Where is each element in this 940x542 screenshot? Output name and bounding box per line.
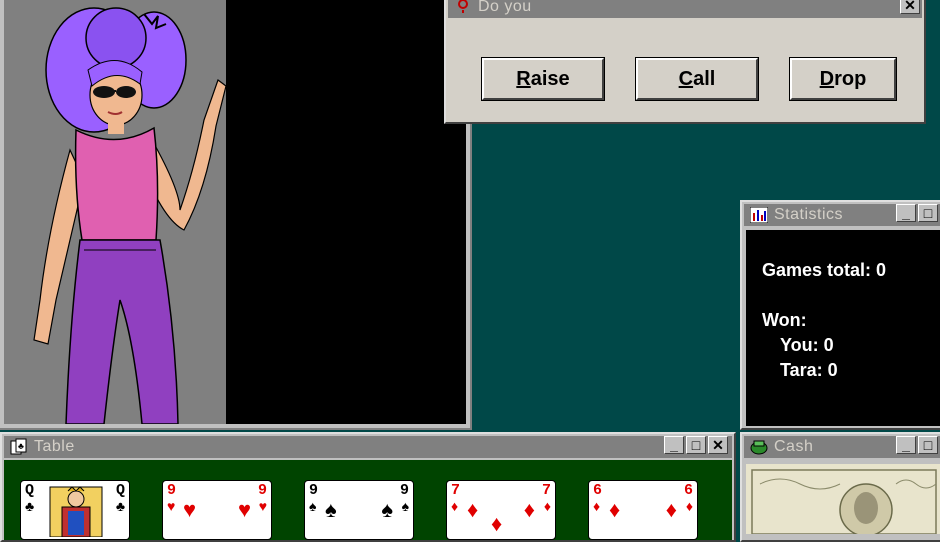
hair-bun (85, 7, 147, 69)
card-pip: ♠ (381, 497, 393, 522)
svg-text:♣: ♣ (18, 441, 24, 451)
cash-window: Cash _ □ (740, 432, 940, 542)
card-rank-right: 9 (257, 482, 267, 499)
card-suit-left: ♠ (309, 498, 317, 514)
statistics-title: Statistics (774, 206, 844, 223)
table-minimize-button[interactable]: _ (664, 436, 684, 454)
maximize-icon: □ (923, 437, 933, 453)
drop-label: rop (834, 67, 867, 90)
banknote-image (746, 464, 940, 534)
minimize-icon: _ (670, 437, 678, 453)
card-rank-left: 6 (593, 482, 603, 499)
call-label: all (693, 67, 716, 90)
minimize-icon: _ (902, 437, 910, 453)
queen-face-art (49, 486, 103, 537)
portrait-black-area (226, 0, 466, 424)
drop-mnemonic: D (819, 67, 835, 90)
card-suit-left: ♦ (451, 498, 459, 514)
raise-button[interactable]: Raise (481, 57, 605, 101)
card-rank-right: 7 (541, 482, 551, 499)
won-label: Won: (762, 310, 807, 330)
statistics-maximize-button[interactable]: □ (918, 204, 938, 222)
minimize-icon: _ (902, 205, 910, 221)
dialog-titlebar: Do you (448, 0, 922, 18)
cash-title: Cash (774, 438, 814, 455)
card-rank-left: 9 (309, 482, 319, 499)
playing-card[interactable]: 9 ♥ 9 ♥ ♥ ♥ (162, 480, 272, 540)
card-pip: ♠ (325, 497, 337, 522)
cash-maximize-button[interactable]: □ (918, 436, 938, 454)
card-suit-right: ♦ (543, 498, 551, 514)
won-tara-text: Tara: 0 (780, 360, 838, 380)
close-icon: ✕ (712, 437, 724, 453)
bar-chart-icon (750, 206, 768, 224)
statistics-minimize-button[interactable]: _ (896, 204, 916, 222)
sunglasses (93, 86, 115, 98)
card-rank-left: Q (25, 482, 35, 499)
maximize-icon: □ (691, 437, 701, 453)
statistics-body: Games total: 0 Won: You: 0 Tara: 0 (746, 230, 940, 426)
card-rank-left: 9 (167, 482, 177, 499)
card-rank-right: 6 (683, 482, 693, 499)
statistics-window: Statistics _ □ Games total: 0 Won: You: … (740, 200, 940, 430)
playing-card[interactable]: Q ♣ Q ♣ (20, 480, 130, 540)
help-icon (454, 0, 472, 16)
card-pip: ♦ (523, 497, 535, 522)
portrait-panel (0, 0, 472, 430)
card-pip: ♥ (183, 497, 197, 522)
card-pip: ♥ (237, 497, 251, 522)
card-pip: ♦ (665, 497, 677, 522)
card-rank-right: 9 (399, 482, 409, 499)
won-you-text: You: 0 (780, 335, 834, 355)
card-suit-right: ♣ (115, 498, 125, 514)
opponent-tara-illustration (33, 7, 226, 424)
dialog-close-button[interactable]: ✕ (900, 0, 920, 14)
close-icon: ✕ (904, 0, 916, 13)
call-button[interactable]: Call (635, 57, 759, 101)
raise-label: aise (530, 67, 570, 90)
call-mnemonic: C (678, 67, 694, 90)
table-close-button[interactable]: ✕ (708, 436, 728, 454)
pink-top (74, 126, 159, 241)
dialog-title: Do you (478, 0, 532, 15)
card-suit-left: ♦ (593, 498, 601, 514)
card-pip: ♦ (609, 497, 621, 522)
table-titlebar: ♣ Table (4, 436, 732, 458)
card-pip: ♦ (467, 497, 479, 522)
card-suit-right: ♦ (685, 498, 693, 514)
card-suit-left: ♣ (25, 498, 35, 514)
card-suit-right: ♠ (401, 498, 409, 514)
card-rank-left: 7 (451, 482, 461, 499)
maximize-icon: □ (923, 205, 933, 221)
table-title: Table (34, 438, 75, 455)
cash-minimize-button[interactable]: _ (896, 436, 916, 454)
playing-card[interactable]: 7 ♦ 7 ♦ ♦ ♦ ♦ (446, 480, 556, 540)
raise-mnemonic: R (516, 67, 531, 90)
playing-card[interactable]: 6 ♦ 6 ♦ ♦ ♦ (588, 480, 698, 540)
card-suit-left: ♥ (167, 498, 176, 514)
games-total-text: Games total: 0 (762, 260, 887, 280)
cards-icon: ♣ (10, 438, 28, 456)
playing-card[interactable]: 9 ♠ 9 ♠ ♠ ♠ (304, 480, 414, 540)
table-maximize-button[interactable]: □ (686, 436, 706, 454)
card-pip: ♦ (491, 511, 503, 536)
money-icon (750, 438, 768, 456)
card-rank-right: Q (115, 482, 125, 499)
purple-pants (65, 239, 179, 424)
drop-button[interactable]: Drop (789, 57, 897, 101)
action-dialog: Do you ✕ Raise Call Drop (444, 0, 926, 124)
card-suit-right: ♥ (258, 498, 267, 514)
